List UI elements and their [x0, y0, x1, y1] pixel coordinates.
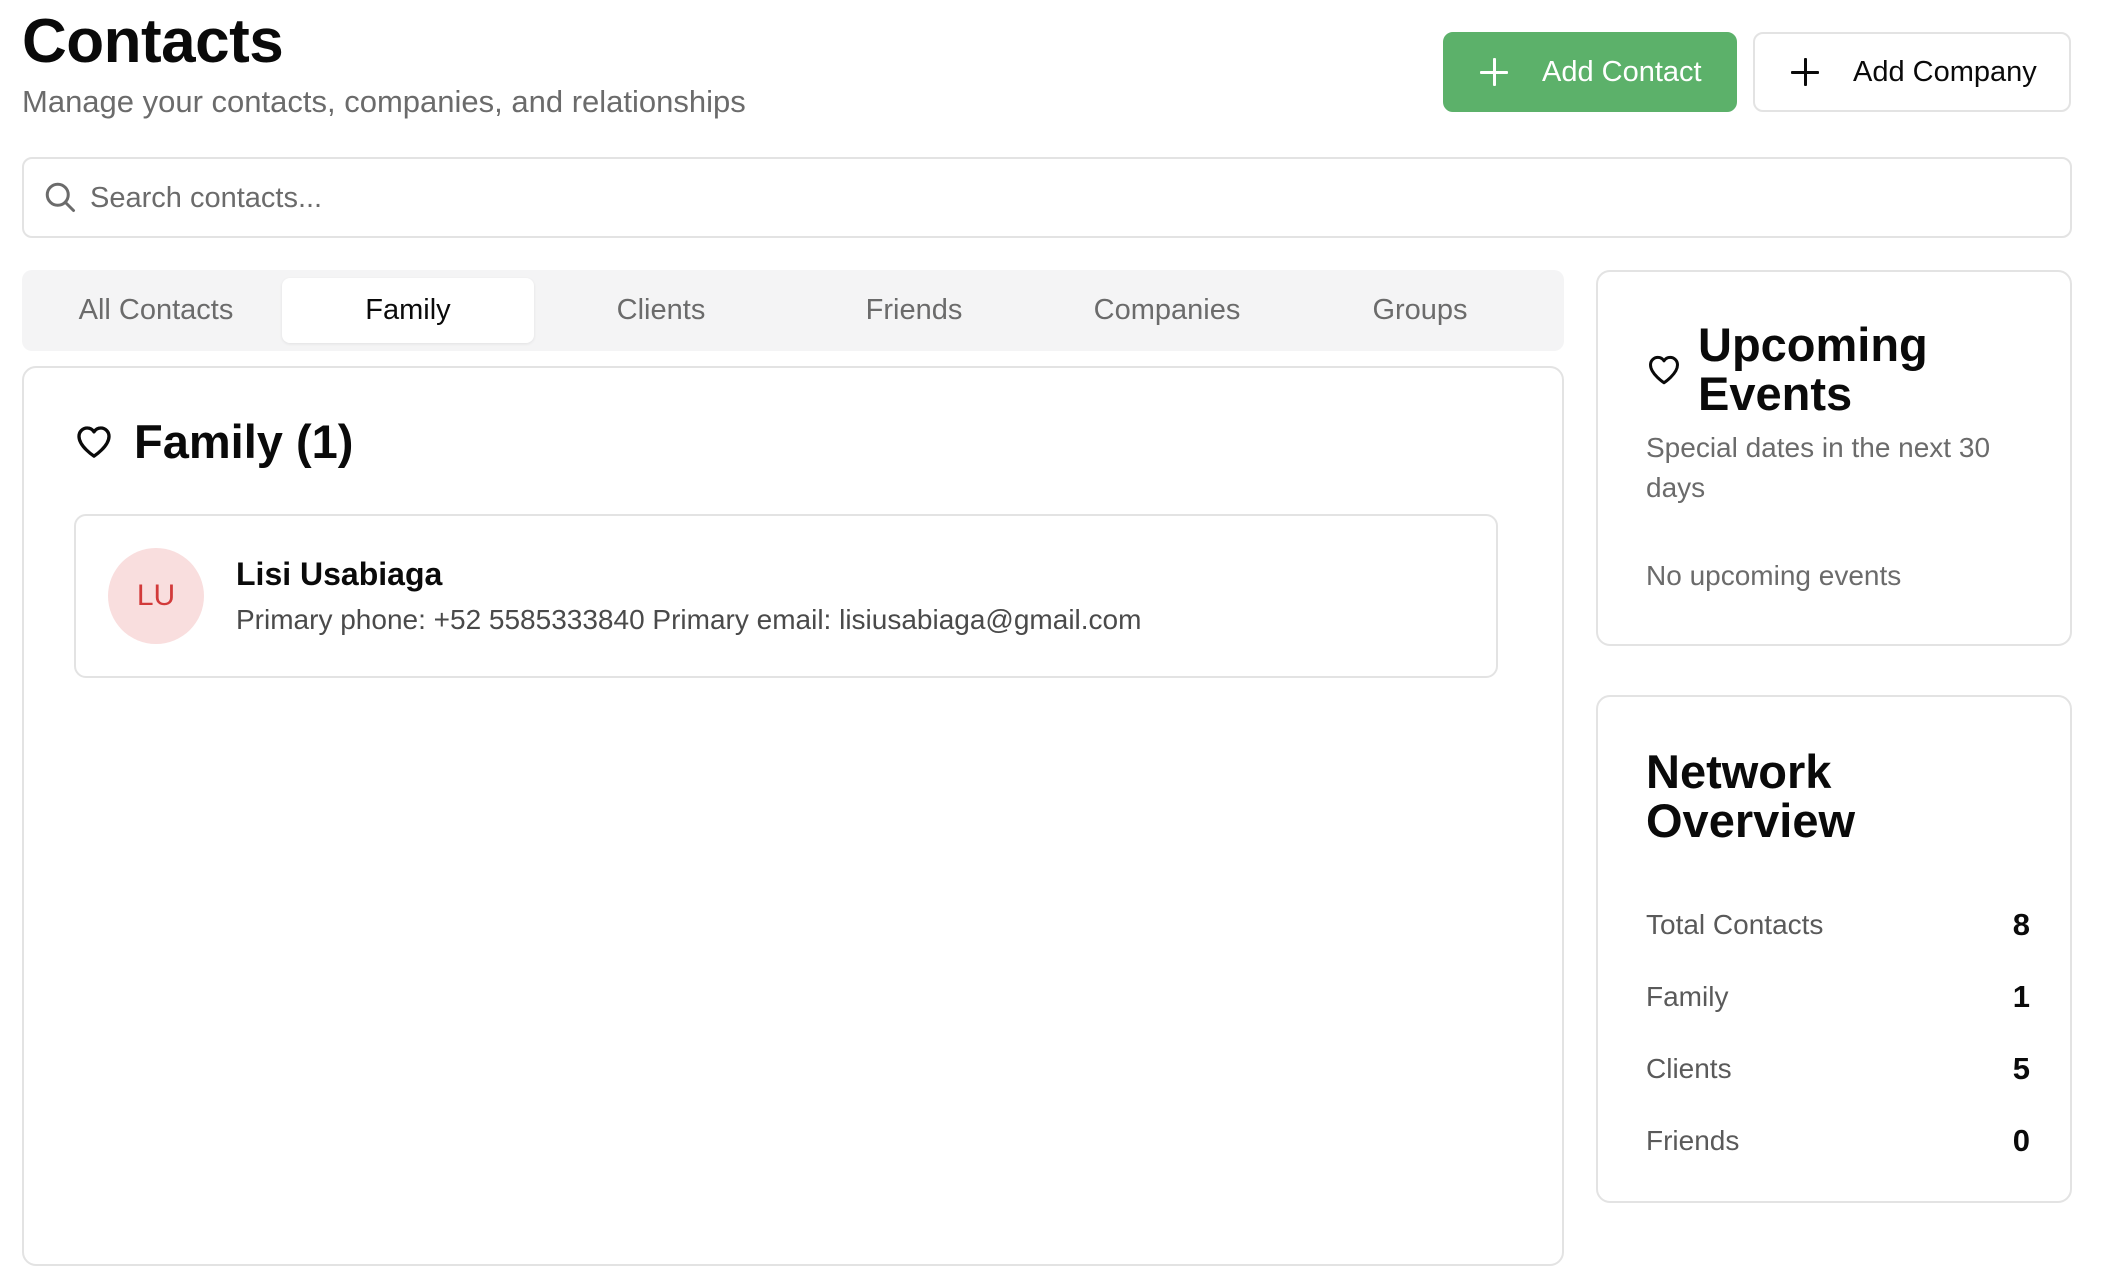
- stat-label: Family: [1646, 981, 1729, 1012]
- add-company-label: Add Company: [1853, 55, 2037, 88]
- contact-details: Primary phone: +52 5585333840 Primary em…: [236, 604, 1142, 635]
- tab-all-contacts[interactable]: All Contacts: [30, 278, 282, 343]
- search-box: [22, 157, 2072, 238]
- upcoming-events-card: Upcoming Events Special dates in the nex…: [1596, 270, 2072, 646]
- add-contact-label: Add Contact: [1542, 55, 1702, 88]
- heart-icon: [1649, 355, 1679, 385]
- stat-label: Friends: [1646, 1125, 1740, 1156]
- add-company-button[interactable]: Add Company: [1753, 32, 2071, 112]
- contact-card[interactable]: LU Lisi Usabiaga Primary phone: +52 5585…: [74, 514, 1498, 678]
- upcoming-events-description: Special dates in the next 30 days: [1646, 432, 1991, 503]
- section-heading: Family (1): [74, 414, 353, 469]
- plus-icon: [1791, 58, 1819, 86]
- stat-value: 5: [2012, 1051, 2030, 1086]
- stat-value: 0: [2012, 1123, 2030, 1158]
- contact-name: Lisi Usabiaga: [236, 556, 443, 592]
- avatar: LU: [108, 548, 204, 644]
- search-input[interactable]: [90, 173, 2050, 223]
- stat-label: Clients: [1646, 1053, 1732, 1084]
- heart-icon: [77, 425, 111, 458]
- tab-clients[interactable]: Clients: [535, 278, 787, 343]
- section-title: Family (1): [134, 415, 354, 468]
- stat-row-clients: Clients 5: [1646, 1049, 2030, 1089]
- tab-groups[interactable]: Groups: [1294, 278, 1546, 343]
- family-list-card: Family (1) LU Lisi Usabiaga Primary phon…: [22, 366, 1564, 1266]
- page-subtitle: Manage your contacts, companies, and rel…: [22, 84, 746, 119]
- upcoming-events-empty: No upcoming events: [1646, 560, 1902, 591]
- stat-row-friends: Friends 0: [1646, 1121, 2030, 1161]
- tab-friends[interactable]: Friends: [788, 278, 1040, 343]
- search-icon: [45, 182, 75, 212]
- plus-icon: [1480, 58, 1508, 86]
- tab-companies[interactable]: Companies: [1041, 278, 1293, 343]
- stat-row-total-contacts: Total Contacts 8: [1646, 905, 2030, 945]
- category-tabs: All Contacts Family Clients Friends Comp…: [22, 270, 1564, 351]
- stat-value: 8: [2012, 907, 2030, 942]
- stat-row-family: Family 1: [1646, 977, 2030, 1017]
- stat-label: Total Contacts: [1646, 909, 1824, 940]
- add-contact-button[interactable]: Add Contact: [1443, 32, 1737, 112]
- page-title: Contacts: [22, 7, 284, 76]
- network-overview-title: Network Overview: [1646, 745, 1856, 847]
- stat-value: 1: [2012, 979, 2030, 1014]
- network-overview-card: Network Overview Total Contacts 8 Family…: [1596, 695, 2072, 1203]
- tab-family[interactable]: Family: [282, 278, 534, 343]
- upcoming-events-title: Upcoming Events: [1698, 318, 1928, 420]
